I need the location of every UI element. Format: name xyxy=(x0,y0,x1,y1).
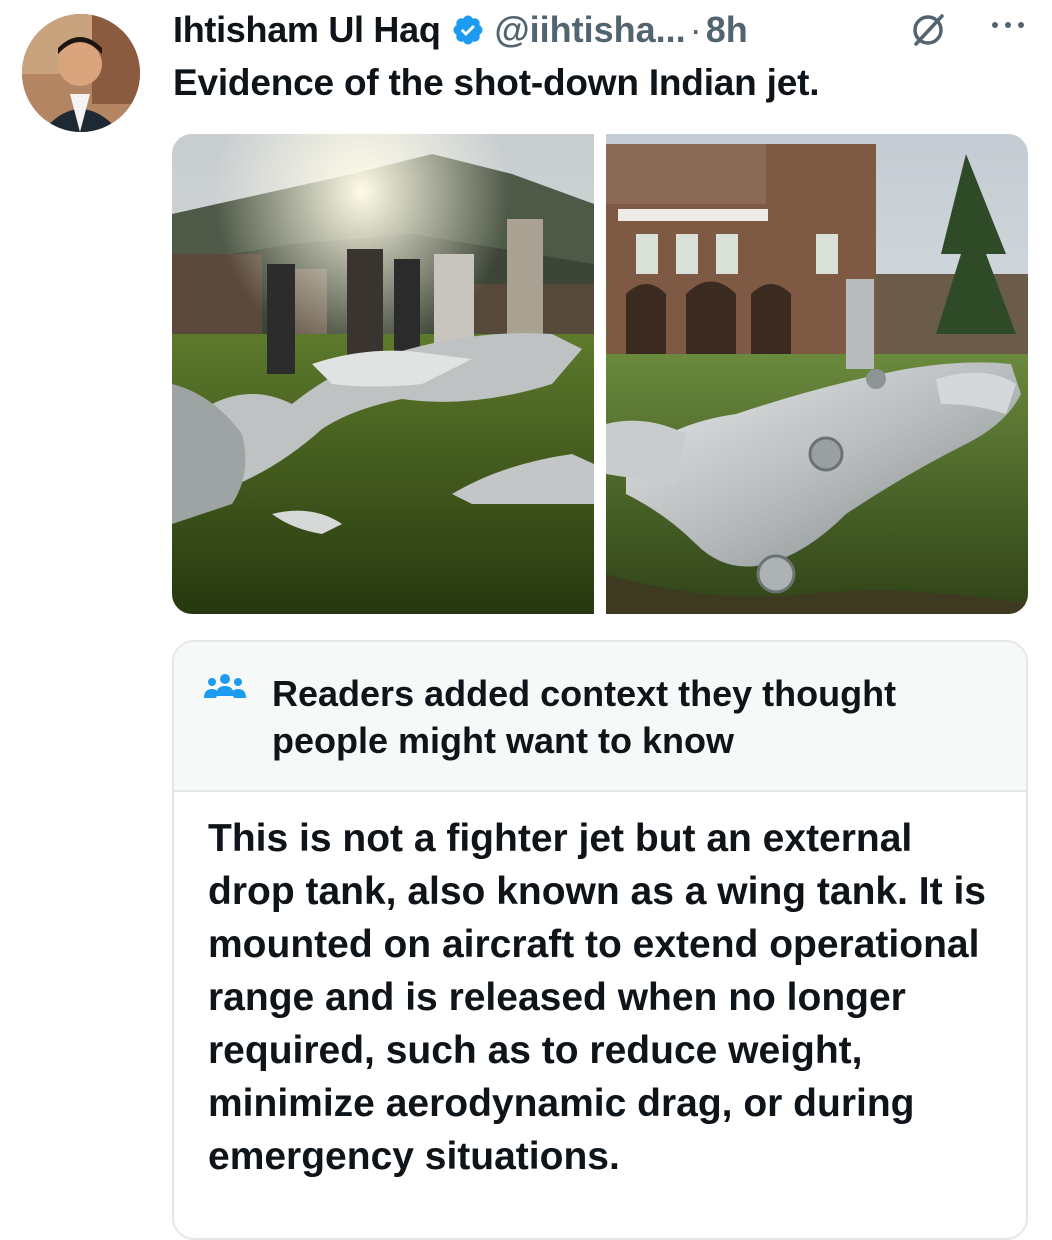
post-time[interactable]: 8h xyxy=(706,9,748,51)
post-text: Evidence of the shot-down Indian jet. xyxy=(173,62,820,103)
post-header: Ihtisham Ul Haq @iihtisha... · 8h xyxy=(173,6,1033,54)
verified-badge-icon xyxy=(451,13,485,47)
grok-icon[interactable] xyxy=(908,10,948,50)
separator-dot: · xyxy=(689,9,702,50)
wreckage-photo-1[interactable] xyxy=(172,134,594,614)
author-avatar[interactable] xyxy=(22,14,140,132)
community-note-title: Readers added context they thought peopl… xyxy=(272,673,897,761)
community-note: Readers added context they thought peopl… xyxy=(172,640,1028,1240)
community-note-body: This is not a fighter jet but an externa… xyxy=(208,817,986,1178)
community-note-header: Readers added context they thought peopl… xyxy=(174,642,1026,792)
author-name[interactable]: Ihtisham Ul Haq xyxy=(173,9,441,51)
more-options-icon[interactable] xyxy=(985,10,1031,40)
people-icon xyxy=(204,672,246,704)
post-media xyxy=(172,134,1028,614)
wreckage-photo-2[interactable] xyxy=(606,134,1028,614)
author-handle[interactable]: @iihtisha... xyxy=(495,9,686,51)
